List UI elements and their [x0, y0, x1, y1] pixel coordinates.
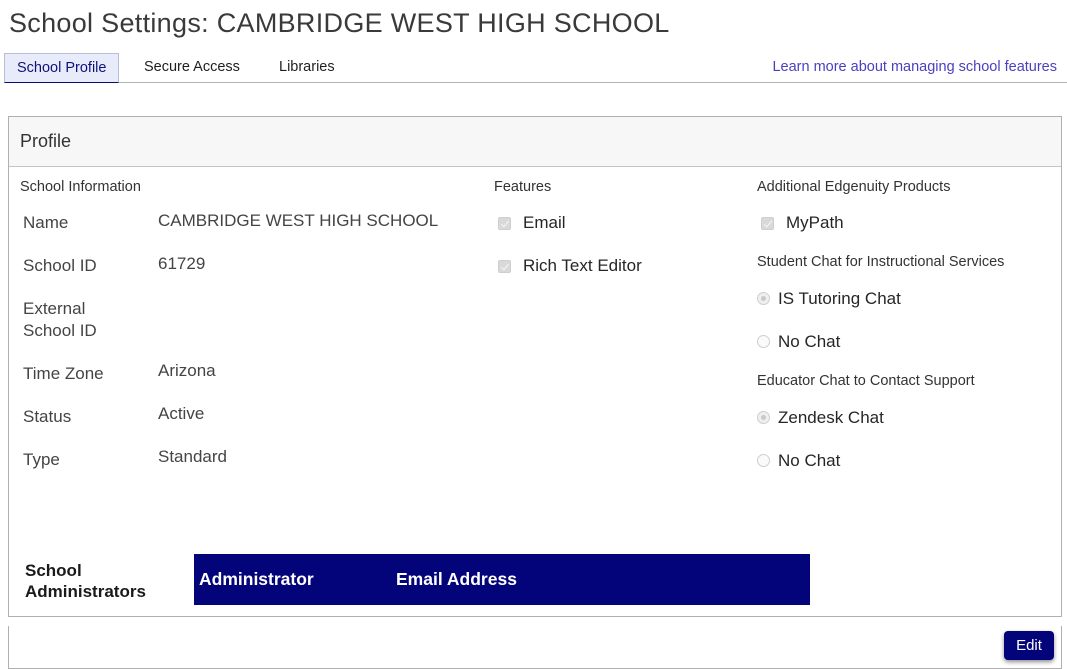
additional-products-heading: Additional Edgenuity Products — [757, 179, 951, 195]
tab-school-profile[interactable]: School Profile — [4, 53, 120, 83]
features-heading: Features — [494, 179, 552, 195]
edit-button[interactable]: Edit — [1004, 631, 1054, 660]
rich-text-editor-checkbox-label: Rich Text Editor — [523, 256, 642, 275]
educator-chat-heading: Educator Chat to Contact Support — [757, 373, 975, 389]
zendesk-chat-radio[interactable] — [757, 411, 770, 424]
is-tutoring-chat-label: IS Tutoring Chat — [778, 289, 901, 308]
tab-libraries[interactable]: Libraries — [267, 53, 347, 83]
administrators-table: Administrator Email Address — [194, 554, 810, 616]
field-value-time-zone: Arizona — [158, 361, 216, 380]
profile-panel: Profile School Information Name CAMBRIDG… — [8, 116, 1062, 617]
educator-no-chat-radio[interactable] — [757, 454, 770, 467]
zendesk-chat-label: Zendesk Chat — [778, 408, 884, 427]
field-value-type: Standard — [158, 447, 227, 466]
field-value-school-id: 61729 — [158, 254, 206, 273]
rich-text-editor-checkbox[interactable] — [498, 260, 511, 273]
school-administrators-label: School Administrators — [25, 561, 146, 601]
field-label-status: Status — [23, 407, 72, 426]
school-information-heading: School Information — [20, 179, 141, 195]
email-checkbox-label: Email — [523, 213, 566, 232]
learn-more-link[interactable]: Learn more about managing school feature… — [772, 59, 1057, 75]
tab-bar: School Profile Secure Access Libraries L… — [4, 53, 1067, 83]
page-title: School Settings: CAMBRIDGE WEST HIGH SCH… — [9, 8, 670, 38]
table-row — [194, 605, 810, 616]
field-value-status: Active — [158, 404, 205, 423]
column-header-administrator[interactable]: Administrator — [199, 554, 314, 605]
educator-no-chat-label: No Chat — [778, 451, 841, 470]
field-label-school-id: School ID — [23, 256, 97, 275]
email-checkbox[interactable] — [498, 217, 511, 230]
student-chat-heading: Student Chat for Instructional Services — [757, 254, 1005, 270]
field-value-name: CAMBRIDGE WEST HIGH SCHOOL — [158, 211, 439, 230]
mypath-checkbox-label: MyPath — [786, 213, 844, 232]
student-no-chat-label: No Chat — [778, 332, 841, 351]
administrators-table-header: Administrator Email Address — [194, 554, 810, 605]
footer-bar — [8, 626, 1062, 669]
student-no-chat-radio[interactable] — [757, 335, 770, 348]
field-label-name: Name — [23, 213, 69, 232]
field-label-type: Type — [23, 450, 60, 469]
tab-secure-access[interactable]: Secure Access — [132, 53, 252, 83]
panel-title: Profile — [9, 117, 1061, 167]
column-header-email-address[interactable]: Email Address — [396, 554, 517, 605]
mypath-checkbox[interactable] — [761, 217, 774, 230]
field-label-time-zone: Time Zone — [23, 364, 104, 383]
is-tutoring-chat-radio[interactable] — [757, 292, 770, 305]
field-label-external-school-id: External School ID — [23, 299, 97, 340]
